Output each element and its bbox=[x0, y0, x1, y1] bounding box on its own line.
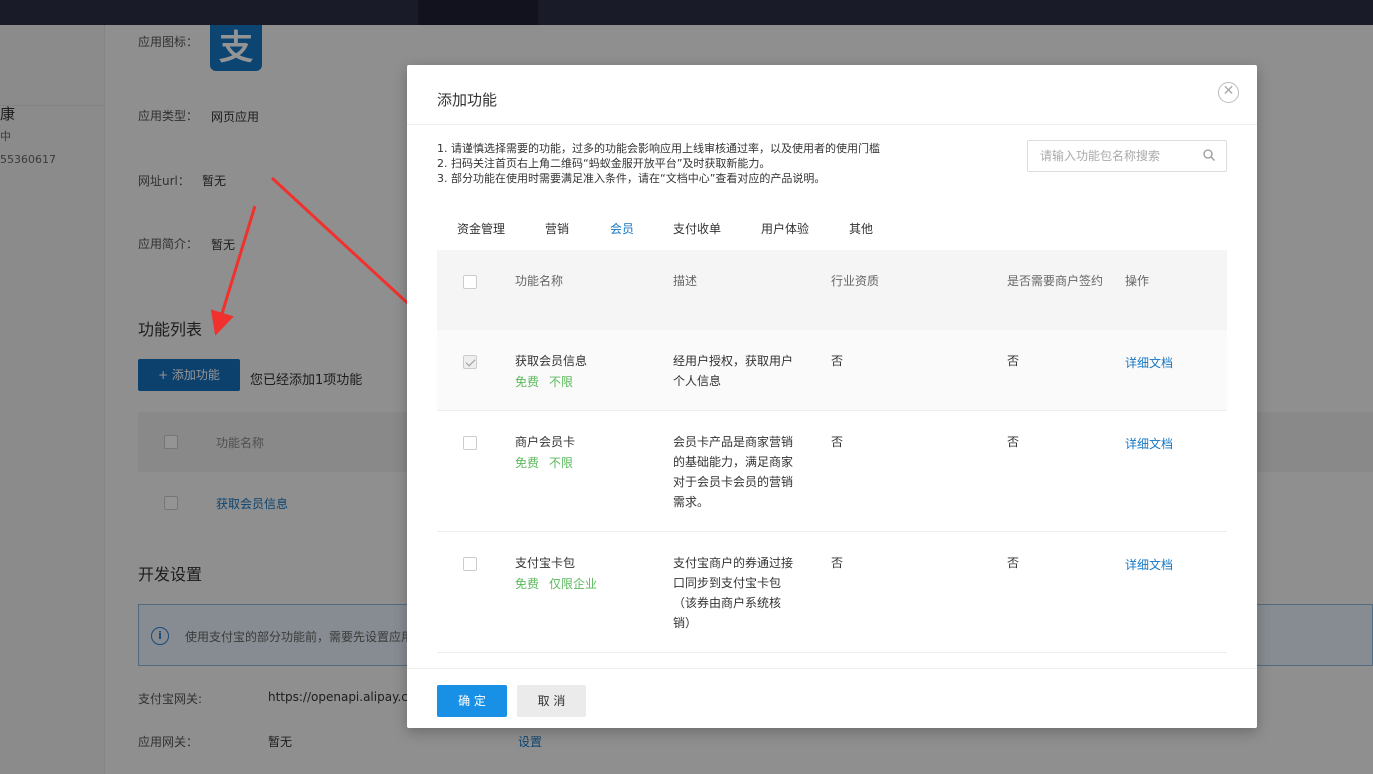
column-header-sign: 是否需要商户签约 bbox=[1007, 274, 1104, 288]
table-row: 获取会员信息 免费 不限 经用户授权，获取用户个人信息 否 否 详细文档 bbox=[437, 330, 1227, 411]
table-row: 商户会员卡 免费 不限 会员卡产品是商家营销的基础能力，满足商家对于会员卡会员的营… bbox=[437, 411, 1227, 532]
doc-link[interactable]: 详细文档 bbox=[1125, 354, 1173, 371]
row-checkbox[interactable] bbox=[463, 557, 477, 571]
feature-sign: 否 bbox=[1007, 556, 1020, 570]
tips: 1. 请谨慎选择需要的功能，过多的功能会影响应用上线审核通过率，以及使用者的使用… bbox=[437, 141, 880, 186]
modal-footer: 确 定 取 消 bbox=[407, 668, 1257, 728]
search-box bbox=[1027, 140, 1227, 172]
feature-desc: 会员卡产品是商家营销的基础能力，满足商家对于会员卡会员的营销需求。 bbox=[673, 435, 794, 509]
tip-line: 2. 扫码关注首页右上角二维码“蚂蚁金服开放平台”及时获取新能力。 bbox=[437, 157, 771, 170]
tab-membership[interactable]: 会员 bbox=[610, 220, 634, 237]
table-row: 支付宝卡包 免费 仅限企业 支付宝商户的券通过接口同步到支付宝卡包（该券由商户系统… bbox=[437, 532, 1227, 653]
feature-qualification: 否 bbox=[831, 435, 844, 449]
tab-payment[interactable]: 支付收单 bbox=[673, 220, 721, 237]
feature-sign: 否 bbox=[1007, 354, 1020, 368]
feature-tags: 免费 仅限企业 bbox=[515, 575, 607, 592]
feature-name: 商户会员卡 bbox=[515, 435, 576, 449]
feature-qualification: 否 bbox=[831, 556, 844, 570]
tag-scope: 不限 bbox=[549, 375, 574, 389]
doc-link[interactable]: 详细文档 bbox=[1125, 556, 1173, 573]
column-header-qualification: 行业资质 bbox=[831, 274, 880, 288]
cancel-button[interactable]: 取 消 bbox=[517, 685, 586, 717]
tag-scope: 不限 bbox=[549, 456, 574, 470]
tag-free: 免费 bbox=[515, 375, 540, 389]
feature-sign: 否 bbox=[1007, 435, 1020, 449]
tab-marketing[interactable]: 营销 bbox=[545, 220, 569, 237]
tip-line: 1. 请谨慎选择需要的功能，过多的功能会影响应用上线审核通过率，以及使用者的使用… bbox=[437, 142, 880, 155]
tab-user-experience[interactable]: 用户体验 bbox=[761, 220, 809, 237]
tip-line: 3. 部分功能在使用时需要满足准入条件，请在“文档中心”查看对应的产品说明。 bbox=[437, 172, 826, 185]
add-feature-modal: 添加功能 ✕ 1. 请谨慎选择需要的功能，过多的功能会影响应用上线审核通过率，以… bbox=[407, 65, 1257, 728]
column-header-desc: 描述 bbox=[673, 274, 698, 288]
row-checkbox[interactable] bbox=[463, 436, 477, 450]
search-icon[interactable] bbox=[1203, 149, 1215, 161]
feature-tags: 免费 不限 bbox=[515, 454, 583, 471]
modal-title: 添加功能 bbox=[437, 91, 498, 109]
feature-name: 支付宝卡包 bbox=[515, 556, 576, 570]
feature-desc: 支付宝商户的券通过接口同步到支付宝卡包（该券由商户系统核销） bbox=[673, 556, 794, 630]
modal-header: 添加功能 ✕ bbox=[407, 65, 1257, 125]
tag-free: 免费 bbox=[515, 456, 540, 470]
column-header-name: 功能名称 bbox=[515, 274, 564, 288]
feature-table-header: 功能名称 描述 行业资质 是否需要商户签约 操作 bbox=[437, 250, 1227, 330]
feature-desc: 经用户授权，获取用户个人信息 bbox=[673, 354, 794, 388]
select-all-checkbox[interactable] bbox=[463, 275, 477, 289]
row-checkbox[interactable] bbox=[463, 355, 477, 369]
doc-link[interactable]: 详细文档 bbox=[1125, 435, 1173, 452]
feature-name: 获取会员信息 bbox=[515, 354, 588, 368]
tag-free: 免费 bbox=[515, 577, 540, 591]
tab-fund-management[interactable]: 资金管理 bbox=[457, 220, 505, 237]
search-input[interactable] bbox=[1040, 141, 1200, 171]
tag-scope: 仅限企业 bbox=[549, 577, 598, 591]
feature-tags: 免费 不限 bbox=[515, 373, 583, 390]
column-header-action: 操作 bbox=[1125, 274, 1150, 288]
tab-other[interactable]: 其他 bbox=[849, 220, 873, 237]
close-icon[interactable]: ✕ bbox=[1218, 82, 1239, 103]
confirm-button[interactable]: 确 定 bbox=[437, 685, 507, 717]
feature-qualification: 否 bbox=[831, 354, 844, 368]
